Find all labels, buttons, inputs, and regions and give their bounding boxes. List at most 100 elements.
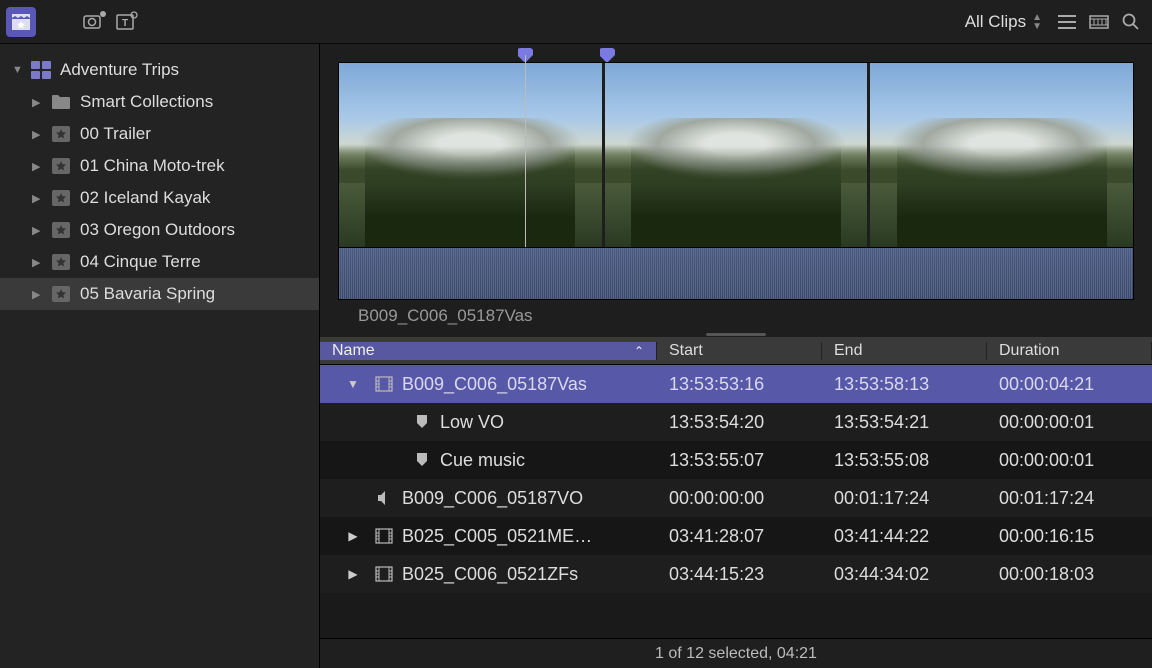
clip-filter-label: All Clips	[965, 12, 1026, 32]
list-view-button[interactable]	[1052, 7, 1082, 37]
thumbnail-frame	[339, 63, 602, 247]
filmstrip-icon	[1088, 13, 1110, 31]
clip-end: 03:41:44:22	[822, 526, 987, 547]
marker-icon	[412, 414, 432, 430]
disclosure-icon: ▶	[32, 288, 42, 301]
status-bar: 1 of 12 selected, 04:21	[320, 638, 1152, 668]
clip-name: Low VO	[440, 412, 504, 433]
disclosure-icon: ▶	[32, 192, 42, 205]
clip-start: 13:53:53:16	[657, 374, 822, 395]
thumbnail-frame	[870, 63, 1133, 247]
updown-icon: ▲▼	[1032, 13, 1042, 31]
clip-end: 03:44:34:02	[822, 564, 987, 585]
sidebar-item-label: 04 Cinque Terre	[80, 252, 201, 272]
table-row[interactable]: Low VO 13:53:54:2013:53:54:2100:00:00:01	[320, 403, 1152, 441]
clip-end: 13:53:58:13	[822, 374, 987, 395]
sidebar-item[interactable]: ▶ 04 Cinque Terre	[0, 246, 319, 278]
star-collection-icon	[50, 221, 72, 239]
split-drag-handle[interactable]	[338, 332, 1134, 337]
disclosure-icon[interactable]: ▶	[346, 567, 360, 581]
clip-name: Cue music	[440, 450, 525, 471]
library-row[interactable]: ▼ Adventure Trips	[0, 54, 319, 86]
sidebar-item[interactable]: ▶ 02 Iceland Kayak	[0, 182, 319, 214]
media-browser-button[interactable]	[6, 7, 36, 37]
clip-name: B009_C006_05187VO	[402, 488, 583, 509]
clip-duration: 00:00:04:21	[987, 374, 1152, 395]
sidebar-item-label: 00 Trailer	[80, 124, 151, 144]
sidebar-item[interactable]: ▶ 00 Trailer	[0, 118, 319, 150]
marker-icon	[412, 452, 432, 468]
clip-duration: 00:00:00:01	[987, 450, 1152, 471]
disclosure-icon[interactable]: ▼	[346, 377, 360, 391]
clip-end: 00:01:17:24	[822, 488, 987, 509]
sidebar-item[interactable]: ▶01 China Moto-trek	[0, 150, 319, 182]
toolbar: T All Clips ▲▼	[0, 0, 1152, 44]
filmstrip[interactable]	[338, 62, 1134, 248]
clip-duration: 00:00:18:03	[987, 564, 1152, 585]
clip-duration: 00:00:16:15	[987, 526, 1152, 547]
clip-start: 00:00:00:00	[657, 488, 822, 509]
library-icon	[30, 60, 52, 80]
svg-text:T: T	[122, 18, 128, 29]
sidebar-item-label: 03 Oregon Outdoors	[80, 220, 235, 240]
col-start[interactable]: Start	[657, 342, 822, 360]
clip-duration: 00:00:00:01	[987, 412, 1152, 433]
titles-icon: T	[115, 11, 139, 33]
sidebar-item-label: 02 Iceland Kayak	[80, 188, 210, 208]
star-collection-icon	[50, 125, 72, 143]
disclosure-icon: ▼	[12, 64, 22, 76]
disclosure-icon: ▶	[32, 128, 42, 141]
disclosure-icon: ▶	[32, 96, 42, 109]
filmstrip-clip-label: B009_C006_05187Vas	[338, 300, 1134, 332]
clip-duration: 00:01:17:24	[987, 488, 1152, 509]
clip-table: Name⌃ Start End Duration ▼ B009_C006_0518…	[320, 337, 1152, 638]
clip-start: 13:53:55:07	[657, 450, 822, 471]
table-row[interactable]: ▶B025_C006_0521ZFs03:44:15:2303:44:34:02…	[320, 555, 1152, 593]
sidebar-item[interactable]: ▶ 03 Oregon Outdoors	[0, 214, 319, 246]
table-row[interactable]: ▼ B009_C006_05187Vas 13:53:53:1613:53:58:1…	[320, 365, 1152, 403]
photos-audio-button[interactable]	[80, 7, 110, 37]
clip-filter-dropdown[interactable]: All Clips ▲▼	[957, 12, 1050, 32]
film-icon	[374, 376, 394, 392]
library-name: Adventure Trips	[60, 60, 179, 80]
filmstrip-area: B009_C006_05187Vas	[320, 44, 1152, 337]
table-row[interactable]: Cue music13:53:55:0713:53:55:0800:00:00:…	[320, 441, 1152, 479]
list-icon	[1056, 13, 1078, 31]
clip-start: 03:44:15:23	[657, 564, 822, 585]
star-collection-icon	[50, 157, 72, 175]
camera-music-icon	[83, 11, 107, 33]
disclosure-icon: ▶	[32, 224, 42, 237]
table-row[interactable]: B009_C006_05187VO00:00:00:0000:01:17:240…	[320, 479, 1152, 517]
table-header: Name⌃ Start End Duration	[320, 337, 1152, 365]
clip-end: 13:53:54:21	[822, 412, 987, 433]
playhead[interactable]	[525, 55, 526, 247]
search-icon	[1121, 12, 1141, 32]
sidebar-item-label: 01 China Moto-trek	[80, 156, 225, 176]
library-sidebar: ▼ Adventure Trips ▶Smart Collections▶00 …	[0, 44, 320, 668]
col-name[interactable]: Name⌃	[320, 342, 657, 360]
star-collection-icon	[50, 285, 72, 303]
clip-name: B025_C005_0521ME…	[402, 526, 592, 547]
film-icon	[374, 566, 394, 582]
col-end[interactable]: End	[822, 342, 987, 360]
table-row[interactable]: ▶ B025_C005_0521ME… 03:41:28:0703:41:44:22…	[320, 517, 1152, 555]
disclosure-icon: ▶	[32, 256, 42, 269]
sort-asc-icon: ⌃	[634, 344, 644, 358]
audio-waveform[interactable]	[338, 248, 1134, 300]
clip-start: 13:53:54:20	[657, 412, 822, 433]
audio-icon	[374, 490, 394, 506]
search-button[interactable]	[1116, 7, 1146, 37]
star-collection-icon	[50, 253, 72, 271]
sidebar-item[interactable]: ▶Smart Collections	[0, 86, 319, 118]
titles-generators-button[interactable]: T	[112, 7, 142, 37]
clip-appearance-button[interactable]	[1084, 7, 1114, 37]
clip-name: B009_C006_05187Vas	[402, 374, 587, 395]
sidebar-item[interactable]: ▶ 05 Bavaria Spring	[0, 278, 319, 310]
film-icon	[374, 528, 394, 544]
sidebar-item-label: 05 Bavaria Spring	[80, 284, 215, 304]
disclosure-icon[interactable]: ▶	[346, 529, 360, 543]
clapper-star-icon	[10, 12, 32, 32]
star-collection-icon	[50, 189, 72, 207]
col-duration[interactable]: Duration	[987, 342, 1152, 360]
clip-start: 03:41:28:07	[657, 526, 822, 547]
